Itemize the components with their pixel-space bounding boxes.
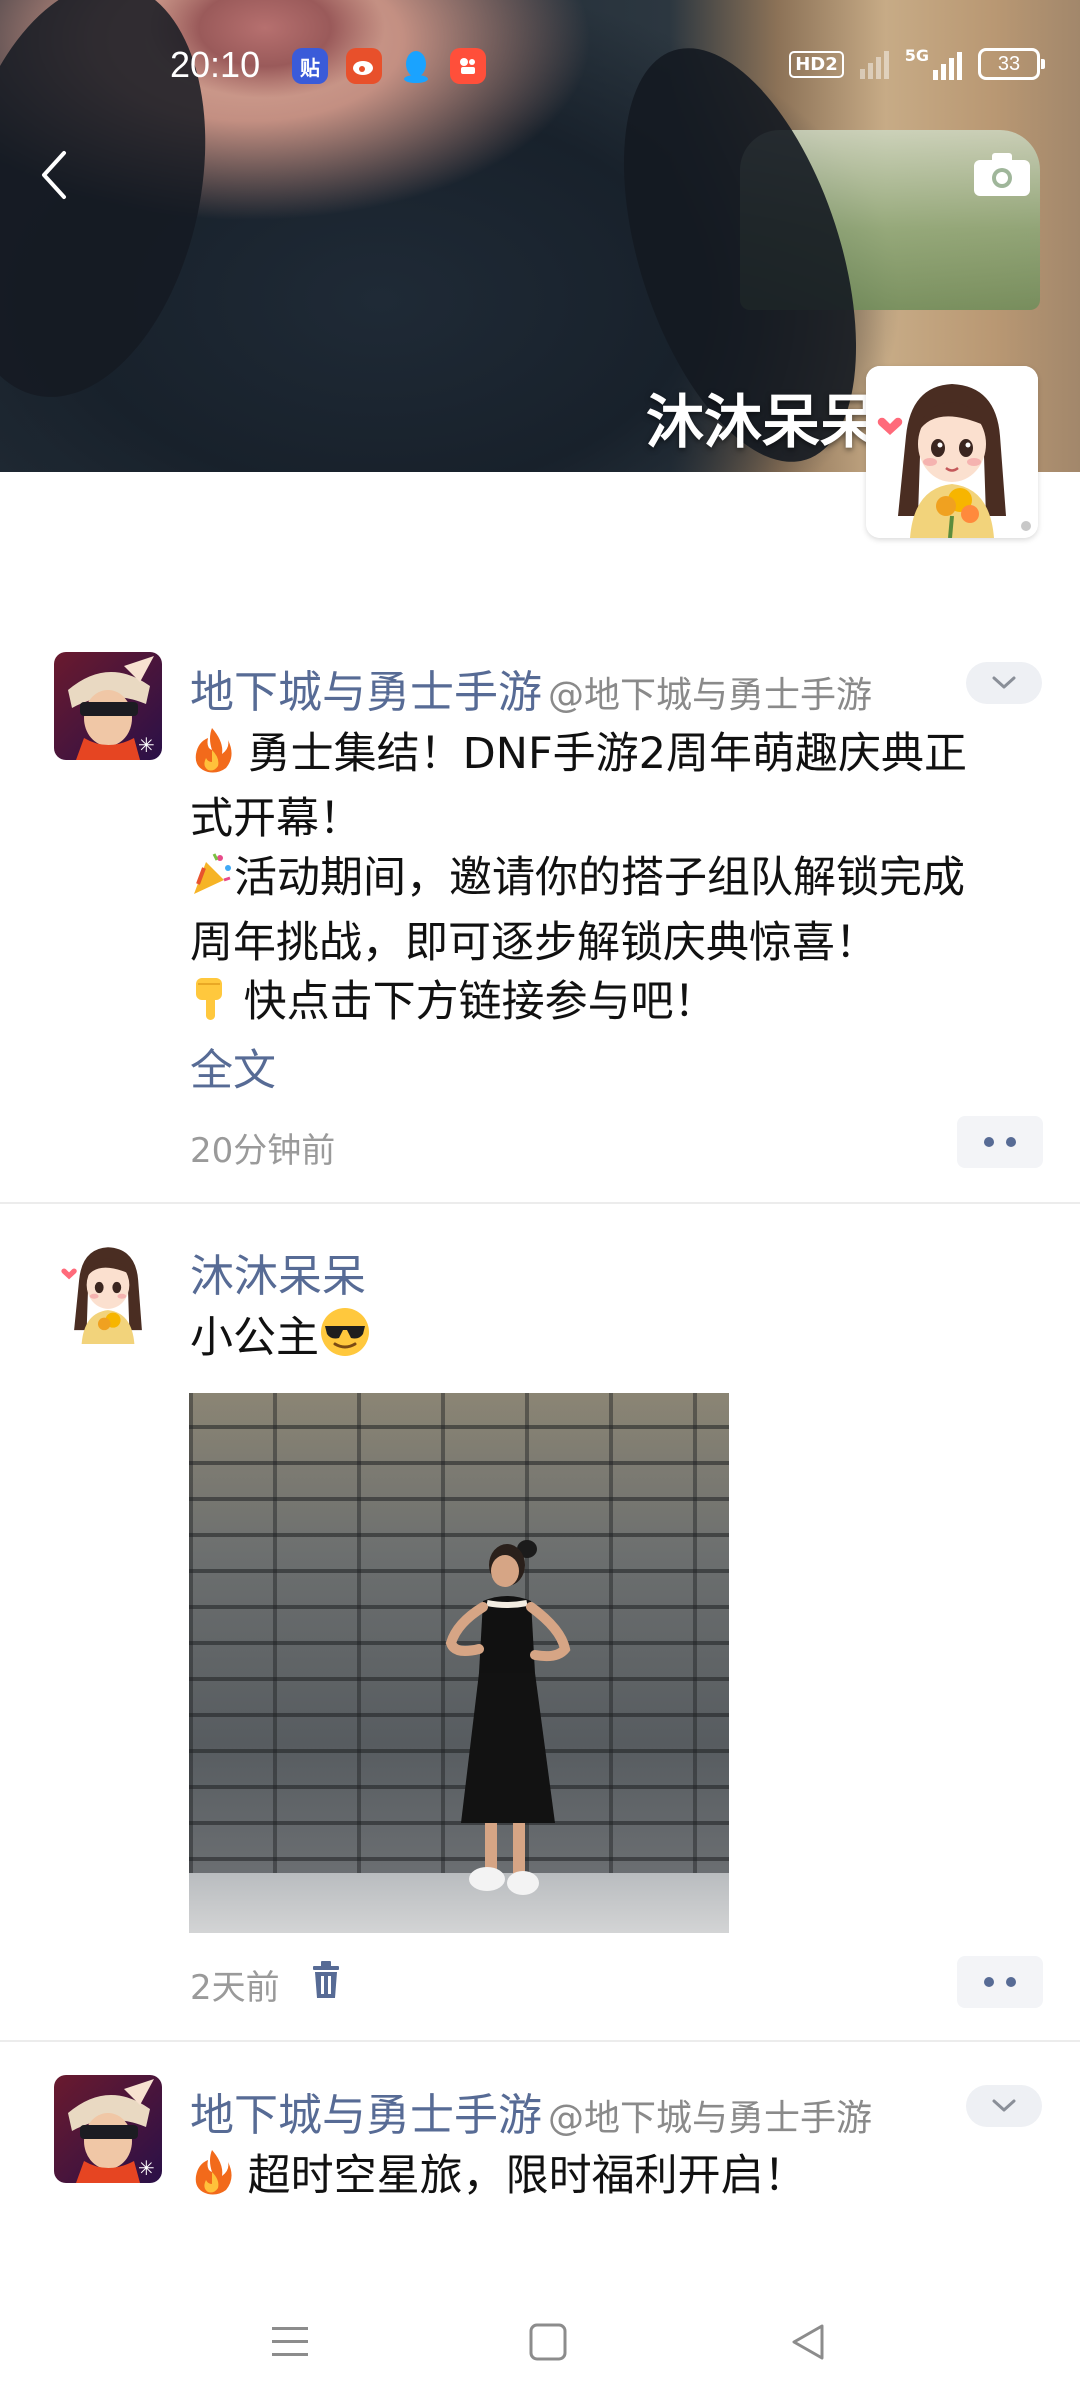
post-line: 周年挑战，即可逐步解锁庆典惊喜！ — [190, 914, 1040, 973]
post-author[interactable]: 地下城与勇士手游 — [190, 2090, 542, 2141]
post-text-line-1: 勇士集结！DNF手游2周年萌趣庆典正 — [247, 729, 968, 779]
chevron-down-icon — [992, 2099, 1016, 2112]
tieba-icon: 贴 — [292, 48, 328, 84]
pointing-down-icon — [190, 974, 230, 1038]
back-arrow-icon — [42, 151, 66, 199]
post-text-line-5: 快点击下方链接参与吧！ — [243, 977, 717, 1027]
status-right-cluster: HD2 5G 33 — [789, 48, 1045, 80]
back-button[interactable] — [30, 145, 80, 205]
post-body: 勇士集结！DNF手游2周年萌趣庆典正 式开幕！ 活动期间，邀请你的搭子组队解锁完… — [190, 725, 1040, 1038]
delete-button[interactable] — [310, 1960, 350, 2004]
svg-text:✳: ✳ — [138, 2156, 155, 2180]
party-popper-icon — [190, 850, 234, 914]
post-body: 小公主 — [190, 1306, 1040, 1374]
hd-badge: HD2 — [789, 50, 844, 78]
post-divider — [0, 2040, 1080, 2042]
dot-icon — [984, 1137, 994, 1147]
status-bar: 20:10 贴 HD2 5G 33 — [0, 0, 1080, 140]
post-menu-button[interactable] — [966, 662, 1042, 704]
menu-icon — [272, 2327, 308, 2356]
dot-icon — [1006, 1137, 1016, 1147]
post-line: 活动期间，邀请你的搭子组队解锁完成 — [190, 849, 1040, 914]
status-time: 20:10 — [170, 44, 261, 85]
post-author-line[interactable]: 地下城与勇士手游 @地下城与勇士手游 — [190, 2079, 872, 2143]
fire-icon — [190, 726, 234, 790]
svg-text:✳: ✳ — [138, 733, 155, 757]
post-handle[interactable]: @地下城与勇士手游 — [548, 675, 872, 716]
full-text-link[interactable]: 全文 — [190, 1036, 276, 1098]
dot-icon — [1006, 1977, 1016, 1987]
game-avatar-icon: ✳ — [54, 2075, 162, 2183]
post-text-line-1: 小公主 — [190, 1313, 319, 1363]
post-text-line-2: 式开幕！ — [190, 794, 362, 844]
post-author-line[interactable]: 地下城与勇士手游 @地下城与勇士手游 — [190, 656, 872, 720]
post-text-line-1: 超时空星旅，限时福利开启！ — [247, 2151, 807, 2201]
post-line: 快点击下方链接参与吧！ — [190, 973, 1040, 1038]
cover-display-name: 沐沐呆呆 — [645, 388, 878, 456]
home-square-icon — [529, 2323, 567, 2361]
avatar-illustration-icon — [866, 366, 1038, 538]
game-avatar-icon: ✳ — [54, 652, 162, 760]
post-menu-button[interactable] — [966, 2085, 1042, 2127]
post-divider — [0, 1202, 1080, 1204]
chevron-down-icon — [992, 676, 1016, 689]
signal-1-icon — [859, 49, 889, 79]
camera-button[interactable] — [972, 150, 1032, 200]
post-line: 式开幕！ — [190, 790, 1040, 849]
qq-icon — [398, 48, 434, 84]
signal-5g-icon: 5G — [905, 48, 962, 80]
post-author[interactable]: 地下城与勇士手游 — [190, 667, 542, 718]
kuaishou-icon — [450, 48, 486, 84]
post-photo[interactable] — [189, 1393, 729, 1933]
dot-icon — [984, 1977, 994, 1987]
post-time: 20分钟前 — [190, 1131, 336, 1171]
post-more-button[interactable] — [957, 1116, 1043, 1168]
back-nav-button[interactable] — [778, 2312, 838, 2372]
post-author[interactable]: 沐沐呆呆 — [190, 1240, 366, 1304]
sunglasses-emoji-icon — [319, 1306, 371, 1374]
battery-icon: 33 — [978, 48, 1045, 80]
post-text-line-3: 活动期间，邀请你的搭子组队解锁完成 — [234, 853, 965, 903]
post-body: 超时空星旅，限时福利开启！ — [190, 2147, 1040, 2212]
avatar-illustration-icon — [54, 1236, 162, 1344]
post-avatar[interactable]: ✳ — [54, 652, 162, 760]
home-button[interactable] — [518, 2312, 578, 2372]
profile-avatar[interactable] — [866, 366, 1038, 538]
weibo-icon — [346, 48, 382, 84]
menu-button[interactable] — [260, 2312, 320, 2372]
girl-figure-icon — [445, 1540, 571, 1895]
trash-icon — [313, 1961, 339, 1998]
back-triangle-icon — [792, 2324, 824, 2360]
post-line: 小公主 — [190, 1306, 1040, 1374]
fire-icon — [190, 2148, 234, 2212]
post-more-button[interactable] — [957, 1956, 1043, 2008]
post-line: 超时空星旅，限时福利开启！ — [190, 2147, 1040, 2212]
post-avatar[interactable] — [54, 1236, 162, 1344]
post-text-line-4: 周年挑战，即可逐步解锁庆典惊喜！ — [190, 918, 878, 968]
post-line: 勇士集结！DNF手游2周年萌趣庆典正 — [190, 725, 1040, 790]
post-handle[interactable]: @地下城与勇士手游 — [548, 2098, 872, 2139]
camera-icon — [974, 153, 1030, 196]
post-avatar[interactable]: ✳ — [54, 2075, 162, 2183]
post-time: 2天前 — [190, 1968, 280, 2008]
